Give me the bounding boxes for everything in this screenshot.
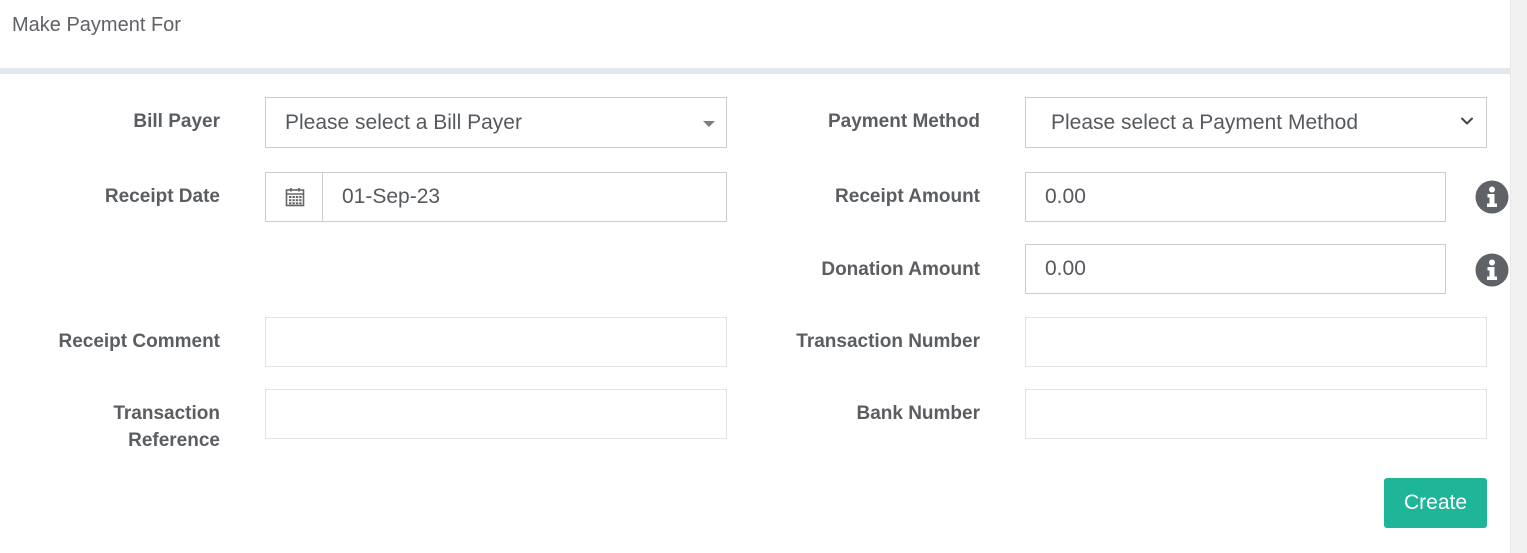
payment-panel: Make Payment For Bill Payer Please selec… bbox=[0, 0, 1510, 553]
transaction-reference-label-line1: Transaction bbox=[113, 403, 220, 424]
transaction-number-label: Transaction Number bbox=[796, 331, 980, 352]
receipt-comment-input[interactable] bbox=[265, 317, 727, 367]
receipt-date-label: Receipt Date bbox=[104, 186, 220, 207]
receipt-date-value: 01-Sep-23 bbox=[342, 185, 441, 208]
donation-amount-input[interactable]: 0.00 bbox=[1025, 244, 1446, 294]
bill-payer-select[interactable]: Please select a Bill Payer bbox=[265, 97, 727, 148]
info-icon[interactable] bbox=[1475, 180, 1509, 214]
payment-method-label: Payment Method bbox=[827, 111, 980, 132]
calendar-icon bbox=[285, 188, 304, 207]
scrollbar[interactable] bbox=[1510, 0, 1527, 553]
caret-down-icon bbox=[703, 121, 715, 127]
transaction-number-input[interactable] bbox=[1025, 317, 1487, 367]
bank-number-label: Bank Number bbox=[856, 403, 980, 424]
donation-amount-value: 0.00 bbox=[1045, 257, 1086, 280]
transaction-reference-label-line2: Reference bbox=[128, 430, 220, 451]
receipt-amount-input[interactable]: 0.00 bbox=[1025, 172, 1446, 222]
create-button[interactable]: Create bbox=[1384, 478, 1487, 528]
panel-title: Make Payment For bbox=[12, 14, 181, 36]
donation-amount-label: Donation Amount bbox=[821, 259, 980, 280]
payment-method-select[interactable]: Please select a Payment Method bbox=[1025, 97, 1487, 148]
chevron-down-icon bbox=[1461, 117, 1473, 125]
transaction-reference-input[interactable] bbox=[265, 389, 727, 439]
receipt-amount-label: Receipt Amount bbox=[835, 186, 980, 207]
receipt-date-input[interactable]: 01-Sep-23 bbox=[322, 172, 727, 222]
receipt-comment-label: Receipt Comment bbox=[58, 331, 220, 352]
bank-number-input[interactable] bbox=[1025, 389, 1487, 439]
receipt-amount-value: 0.00 bbox=[1045, 185, 1086, 208]
heading-divider bbox=[0, 68, 1510, 74]
transaction-reference-label: Transaction Reference bbox=[40, 400, 220, 454]
bill-payer-label: Bill Payer bbox=[133, 111, 220, 132]
payment-method-value: Please select a Payment Method bbox=[1051, 110, 1359, 134]
bill-payer-value: Please select a Bill Payer bbox=[285, 110, 522, 134]
info-icon[interactable] bbox=[1475, 253, 1509, 287]
date-picker-button[interactable] bbox=[265, 172, 323, 222]
